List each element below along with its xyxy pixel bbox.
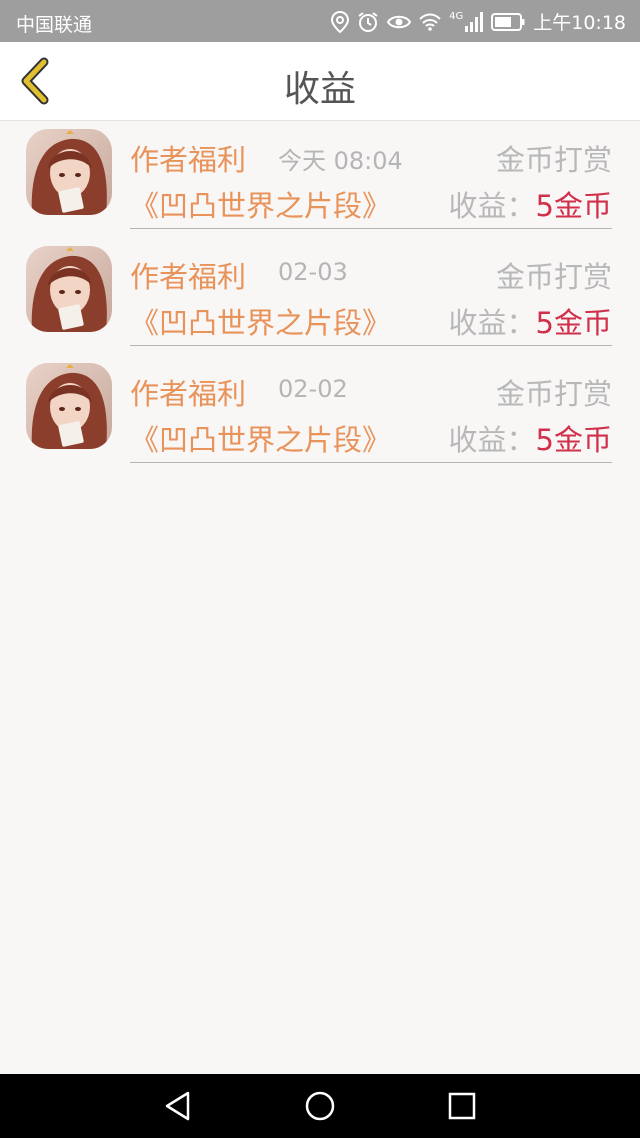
earnings-amount: 5金币 (535, 189, 612, 223)
battery-icon (491, 12, 525, 31)
navigation-bar (0, 1074, 640, 1138)
wifi-icon (419, 12, 441, 32)
record-time: 02-02 (278, 375, 348, 403)
nav-recents-button[interactable] (446, 1090, 478, 1122)
nav-home-button[interactable] (304, 1090, 336, 1122)
list-item[interactable]: 作者福利 02-02 金币打赏 《凹凸世界之片段》 收益：5金币 (0, 355, 640, 472)
back-triangle-icon (162, 1091, 194, 1126)
record-time: 今天 08:04 (278, 147, 403, 175)
eye-icon (387, 12, 412, 32)
record-type: 金币打赏 (495, 260, 612, 294)
network-type: 4G (449, 11, 464, 22)
list-item[interactable]: 作者福利 今天 08:04 金币打赏 《凹凸世界之片段》 收益：5金币 (0, 121, 640, 238)
divider (130, 228, 612, 229)
list-item[interactable]: 作者福利 02-03 金币打赏 《凹凸世界之片段》 收益：5金币 (0, 238, 640, 355)
carrier-name: 中国联通 (16, 14, 93, 36)
earnings-label: 收益： (448, 306, 536, 340)
book-title: 《凹凸世界之片段》 (130, 423, 392, 457)
author-label: 作者福利 (130, 260, 247, 294)
location-icon (331, 10, 350, 33)
author-label: 作者福利 (130, 377, 247, 411)
book-title: 《凹凸世界之片段》 (130, 306, 392, 340)
avatar (26, 363, 112, 449)
avatar (26, 246, 112, 332)
signal-icon (465, 11, 484, 32)
book-title: 《凹凸世界之片段》 (130, 189, 392, 223)
alarm-icon (357, 11, 379, 33)
record-type: 金币打赏 (495, 377, 612, 411)
avatar (26, 129, 112, 215)
author-label: 作者福利 (130, 143, 247, 177)
status-bar: 中国联通 4G 上午10:18 (0, 0, 640, 42)
earnings-label: 收益： (448, 189, 536, 223)
clock: 上午10:18 (533, 12, 626, 34)
earnings-label: 收益： (448, 423, 536, 457)
home-circle-icon (304, 1091, 336, 1126)
page-title: 收益 (283, 69, 356, 110)
earnings-amount: 5金币 (535, 423, 612, 457)
record-time: 02-03 (278, 258, 348, 286)
divider (130, 462, 612, 463)
divider (130, 345, 612, 346)
record-type: 金币打赏 (495, 143, 612, 177)
earnings-amount: 5金币 (535, 306, 612, 340)
nav-back-button[interactable] (162, 1090, 194, 1122)
earnings-list: 作者福利 今天 08:04 金币打赏 《凹凸世界之片段》 收益：5金币 作者福利… (0, 121, 640, 472)
recents-square-icon (446, 1092, 478, 1126)
page-header: 收益 (0, 42, 640, 121)
